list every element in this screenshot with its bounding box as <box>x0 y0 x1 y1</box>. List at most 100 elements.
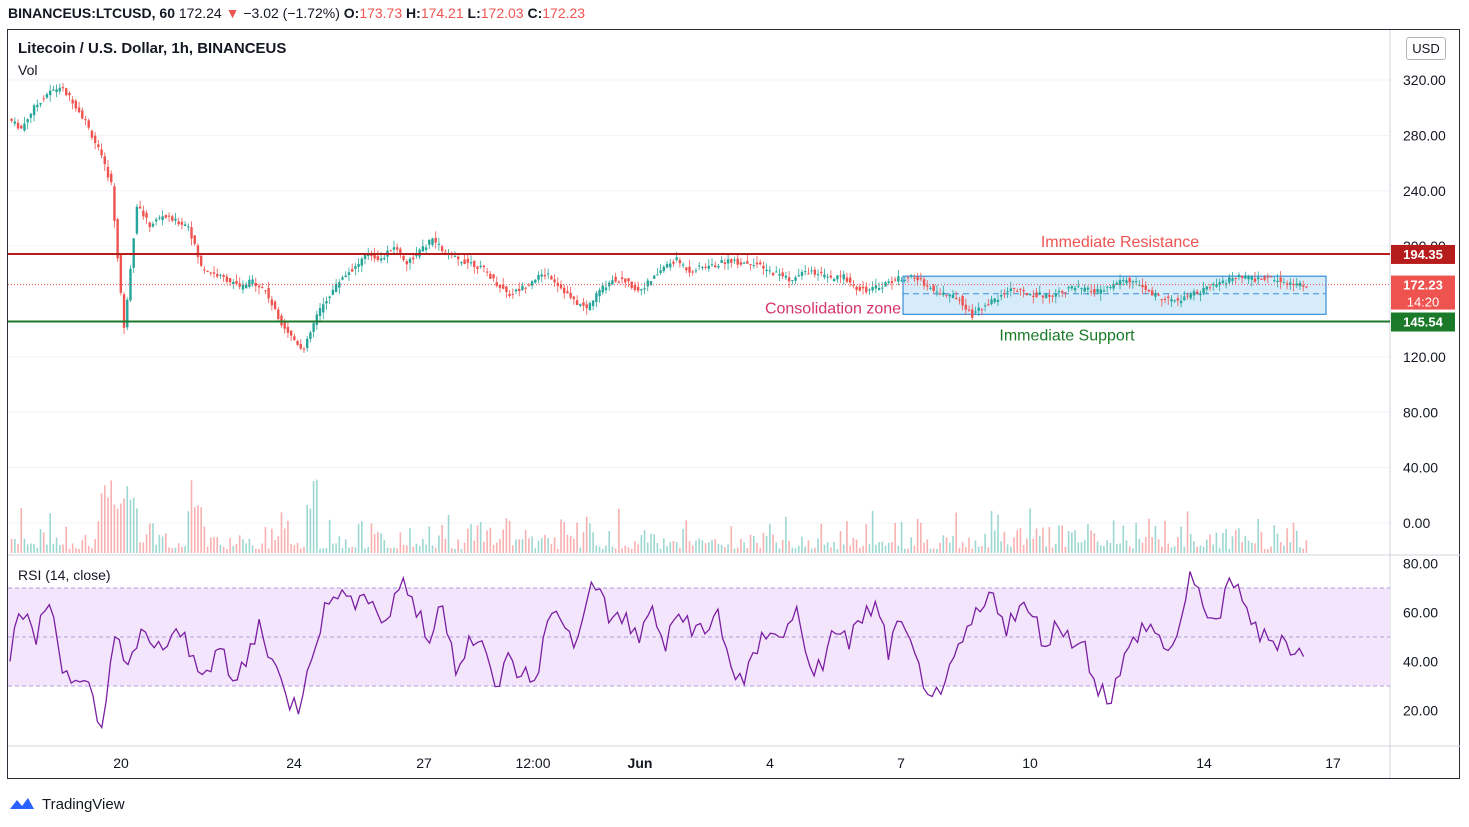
candle-body <box>675 257 678 260</box>
candle-body <box>203 269 206 271</box>
volume-bar <box>679 547 681 553</box>
footer-brand[interactable]: TradingView <box>8 792 125 816</box>
candle-body <box>961 296 964 306</box>
candle-body <box>537 274 540 280</box>
volume-bar <box>357 524 360 553</box>
volume-bar <box>210 537 212 553</box>
candle-body <box>16 122 20 129</box>
volume-bar <box>1164 520 1166 553</box>
candle-body <box>807 273 810 275</box>
volume-bar <box>116 508 119 553</box>
tradingview-logo-icon <box>10 798 34 809</box>
candle-body <box>640 289 643 291</box>
candle-body <box>848 277 852 283</box>
candle-body <box>379 258 383 261</box>
volume-bar <box>852 537 855 553</box>
candle-body <box>10 118 13 121</box>
candle-body <box>688 266 691 273</box>
price-tick-label: 80.00 <box>1403 404 1438 420</box>
candle-body <box>482 265 486 268</box>
volume-bar <box>1106 540 1108 553</box>
candle-body <box>196 245 200 258</box>
candle-body <box>771 273 775 276</box>
candle-body <box>897 276 900 282</box>
volume-bar <box>1215 532 1218 553</box>
volume-bar <box>145 534 148 553</box>
candle-body <box>617 281 621 283</box>
volume-bar <box>293 544 296 553</box>
candle-body <box>154 219 158 222</box>
volume-bar <box>1222 532 1224 553</box>
candle-body <box>550 276 553 280</box>
volume-bar <box>653 534 655 553</box>
candle-body <box>277 309 280 319</box>
volume-bar <box>393 547 395 553</box>
candle-body <box>1105 286 1109 288</box>
volume-bar <box>592 532 594 553</box>
volume-bar <box>746 548 749 553</box>
candle-body <box>691 271 694 273</box>
candle-body <box>784 275 788 278</box>
candle-body <box>527 284 531 286</box>
candle-body <box>116 219 119 259</box>
volume-bar <box>370 523 373 553</box>
volume-bar <box>1189 533 1192 553</box>
candle-body <box>514 289 518 292</box>
candle-body <box>1176 298 1180 301</box>
candle-body <box>498 284 502 288</box>
candle-body <box>1263 276 1266 280</box>
volume-bar <box>71 543 74 553</box>
volume-bar <box>277 536 280 553</box>
candle-body <box>813 269 817 275</box>
candle-body <box>257 285 261 288</box>
candle-body <box>794 277 797 281</box>
volume-bar <box>833 541 835 553</box>
volume-bar <box>1109 542 1112 553</box>
volume-bar <box>463 542 466 553</box>
candle-body <box>466 258 470 263</box>
volume-bar <box>576 522 578 553</box>
candle-body <box>55 89 58 92</box>
volume-bar <box>842 544 845 553</box>
volume-bar <box>1305 540 1308 553</box>
candle-body <box>1009 288 1013 292</box>
volume-bar <box>33 544 35 553</box>
candle-body <box>1298 282 1302 287</box>
candle-body <box>219 274 222 276</box>
volume-bar <box>926 539 929 553</box>
candle-body <box>431 238 434 245</box>
candle-body <box>865 286 868 293</box>
price-tick-label: 240.00 <box>1403 183 1446 199</box>
candle-body <box>903 279 906 281</box>
candle-body <box>1012 288 1016 290</box>
volume-bar <box>42 532 45 553</box>
candle-body <box>293 336 296 340</box>
candle-body <box>1282 282 1286 284</box>
volume-bar <box>505 518 508 553</box>
volume-bar <box>171 548 174 553</box>
volume-bar <box>299 548 302 553</box>
volume-bar <box>707 542 710 553</box>
volume-bar <box>23 538 26 553</box>
time-tick-label: 17 <box>1325 755 1341 771</box>
volume-bar <box>364 548 366 553</box>
candle-body <box>1147 289 1151 292</box>
candle-body <box>999 295 1003 297</box>
volume-bar <box>1119 543 1121 553</box>
chart-canvas[interactable]: 320.00 280.00 240.00 20 0.00 120.00 80.00 40.00… <box>0 0 1469 827</box>
candle-body <box>402 255 405 260</box>
candle-body <box>444 251 447 253</box>
volume-bar <box>499 539 501 553</box>
candle-body <box>261 287 264 289</box>
volume-bar <box>884 545 887 553</box>
volume-bar <box>791 547 794 553</box>
candle-body <box>1025 293 1029 295</box>
volume-bar <box>1083 540 1086 553</box>
candle-body <box>58 87 61 92</box>
currency-badge[interactable]: USD <box>1406 37 1446 60</box>
candle-body <box>1089 291 1093 293</box>
volume-bar <box>91 548 93 553</box>
candle-body <box>193 235 196 244</box>
rsi-tick-label: 40.00 <box>1403 654 1438 670</box>
volume-bar <box>817 538 819 553</box>
